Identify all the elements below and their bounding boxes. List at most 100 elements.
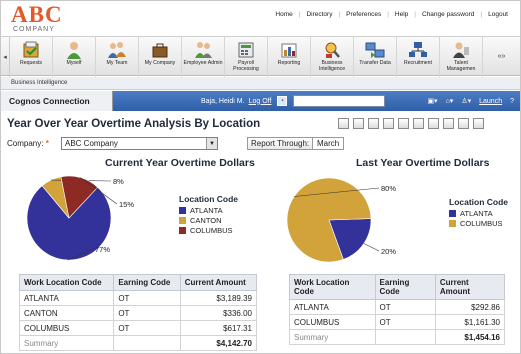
current-year-chart-title: Current Year Overtime Dollars <box>105 157 255 169</box>
summary-row: Summary $4,142.70 <box>18 335 258 351</box>
table-cell: COLUMBUS <box>18 320 115 336</box>
summary-value: $4,142.70 <box>179 335 258 351</box>
format-icon[interactable] <box>413 118 424 129</box>
toolbar-label: Recruitment <box>404 60 432 66</box>
view-icon[interactable] <box>428 118 439 129</box>
legend-item-columbus: COLUMBUS <box>179 226 238 235</box>
launch-menu[interactable]: Launch <box>479 98 502 105</box>
toolbar-item-employee-admin[interactable]: Employee Admin <box>182 37 225 77</box>
toolbar-scroll-right[interactable]: «» <box>483 37 520 75</box>
top-header: ABC COMPANY Home | Directory | Preferences… <box>1 1 520 35</box>
table-cell: $336.00 <box>179 305 258 321</box>
pie-percent-label: 20% <box>381 247 396 256</box>
directory-link[interactable]: Directory <box>300 11 338 18</box>
help-link[interactable]: Help <box>389 11 414 18</box>
table-cell: ATLANTA <box>18 290 115 306</box>
current-year-legend: Location Code ATLANTA CANTON COLUMBUS <box>179 194 238 236</box>
last-year-chart-title: Last Year Overtime Dollars <box>356 157 490 169</box>
help-icon[interactable]: ? <box>510 98 514 105</box>
legend-item-atlanta: ATLANTA <box>179 206 238 215</box>
refresh-icon[interactable]: ▪ <box>277 96 288 106</box>
column-header: Earning Code <box>374 274 436 300</box>
network-icon <box>408 40 428 59</box>
pie-percent-label: 77% <box>95 245 110 254</box>
team-icon <box>107 40 127 59</box>
person-menu-icon[interactable]: ♙▾ <box>461 97 471 105</box>
toolbar-label: Business Intelligence <box>318 60 346 72</box>
email-icon[interactable] <box>353 118 364 129</box>
table-cell <box>374 329 436 345</box>
talent-icon <box>451 40 471 59</box>
home-icon[interactable]: ⌂▾ <box>446 97 454 105</box>
drill-down-icon[interactable] <box>383 118 394 129</box>
legend-title: Location Code <box>449 197 509 207</box>
payroll-icon <box>236 40 256 59</box>
table-cell: OT <box>374 314 436 330</box>
column-header: Current Amount <box>434 274 506 300</box>
toolbar-item-my-company[interactable]: My Company <box>139 37 182 77</box>
legend-item-atlanta: ATLANTA <box>449 209 508 218</box>
toolbar-item-talent-management[interactable]: Talent Managemen <box>440 37 483 77</box>
toolbar-item-business-intelligence[interactable]: Business Intelligence <box>311 37 354 77</box>
toolbar-item-myself[interactable]: Myself <box>53 37 96 77</box>
cognos-title: Cognos Connection <box>1 91 113 111</box>
legend-title: Location Code <box>179 194 239 204</box>
keep-icon[interactable] <box>443 118 454 129</box>
toolbar-item-my-team[interactable]: My Team <box>96 37 139 77</box>
table-cell: $1,161.30 <box>434 314 506 330</box>
table-cell <box>113 335 181 351</box>
table-row: COLUMBUS OT $617.31 <box>18 320 258 336</box>
toolbar-label: Myself <box>66 60 82 66</box>
summary-value: $1,454.16 <box>434 329 506 345</box>
toolbar-scroll-left[interactable]: ◂ <box>1 37 10 77</box>
toolbar-label: Requests <box>20 60 42 66</box>
summary-label: Summary <box>18 335 115 351</box>
cognos-tools: ▣▾ ⌂▾ ♙▾ Launch ? <box>419 97 514 106</box>
home-link[interactable]: Home <box>269 11 298 18</box>
cognos-search-input[interactable] <box>293 95 386 107</box>
report-through-button[interactable]: Report Through: <box>247 137 314 150</box>
current-year-pie-chart: 77% 8% 15% <box>26 175 134 261</box>
portal-frame: ABC COMPANY Home | Directory | Preferences… <box>0 0 521 354</box>
table-cell: $292.86 <box>434 299 506 315</box>
table-row: CANTON OT $336.00 <box>18 305 258 321</box>
report-through-value[interactable]: March <box>312 137 345 150</box>
log-off-link[interactable]: Log Off <box>249 98 272 105</box>
search-options-icon[interactable]: ▣▾ <box>427 97 437 105</box>
table-cell: OT <box>113 290 181 306</box>
table-cell: OT <box>374 299 436 315</box>
legend-item-canton: CANTON <box>179 216 238 225</box>
report-title: Year Over Year Overtime Analysis By Loca… <box>7 118 261 130</box>
column-header: Work Location Code <box>289 274 376 300</box>
last-year-legend: Location Code ATLANTA COLUMBUS <box>449 197 508 229</box>
column-header: Earning Code <box>113 274 181 291</box>
change-password-link[interactable]: Change password <box>416 11 480 18</box>
logout-link[interactable]: Logout <box>482 11 514 18</box>
table-cell: CANTON <box>18 305 115 321</box>
toolbar-item-recruitment[interactable]: Recruitment <box>397 37 440 77</box>
user-name: Baja, Heidi M. <box>201 97 245 105</box>
preferences-link[interactable]: Preferences <box>340 11 387 18</box>
requests-icon <box>21 40 41 59</box>
table-header-row: Work Location Code Earning Code Current … <box>289 274 506 300</box>
legend-item-columbus: COLUMBUS <box>449 219 508 228</box>
run-icon[interactable] <box>368 118 379 129</box>
chevron-down-icon[interactable]: ▼ <box>206 138 217 149</box>
table-cell: COLUMBUS <box>289 314 376 330</box>
pie-percent-label: 15% <box>119 200 134 209</box>
table-cell: OT <box>113 320 181 336</box>
maximize-icon[interactable] <box>473 118 484 129</box>
save-icon[interactable] <box>338 118 349 129</box>
company-select[interactable]: ABC Company ▼ <box>61 137 218 150</box>
drill-up-icon[interactable] <box>398 118 409 129</box>
employee-admin-icon <box>193 40 213 59</box>
toolbar-item-payroll[interactable]: Payroll Processing <box>225 37 268 77</box>
toolbar-item-reporting[interactable]: Reporting <box>268 37 311 77</box>
toolbar-item-requests[interactable]: Requests <box>10 37 53 77</box>
toolbar-label: Transfer Data <box>359 60 391 66</box>
toolbar-item-transfer-data[interactable]: Transfer Data <box>354 37 397 77</box>
table-cell: $617.31 <box>179 320 258 336</box>
briefcase-icon <box>150 40 170 59</box>
table-cell: $3,189.39 <box>179 290 258 306</box>
layout-icon[interactable] <box>458 118 469 129</box>
